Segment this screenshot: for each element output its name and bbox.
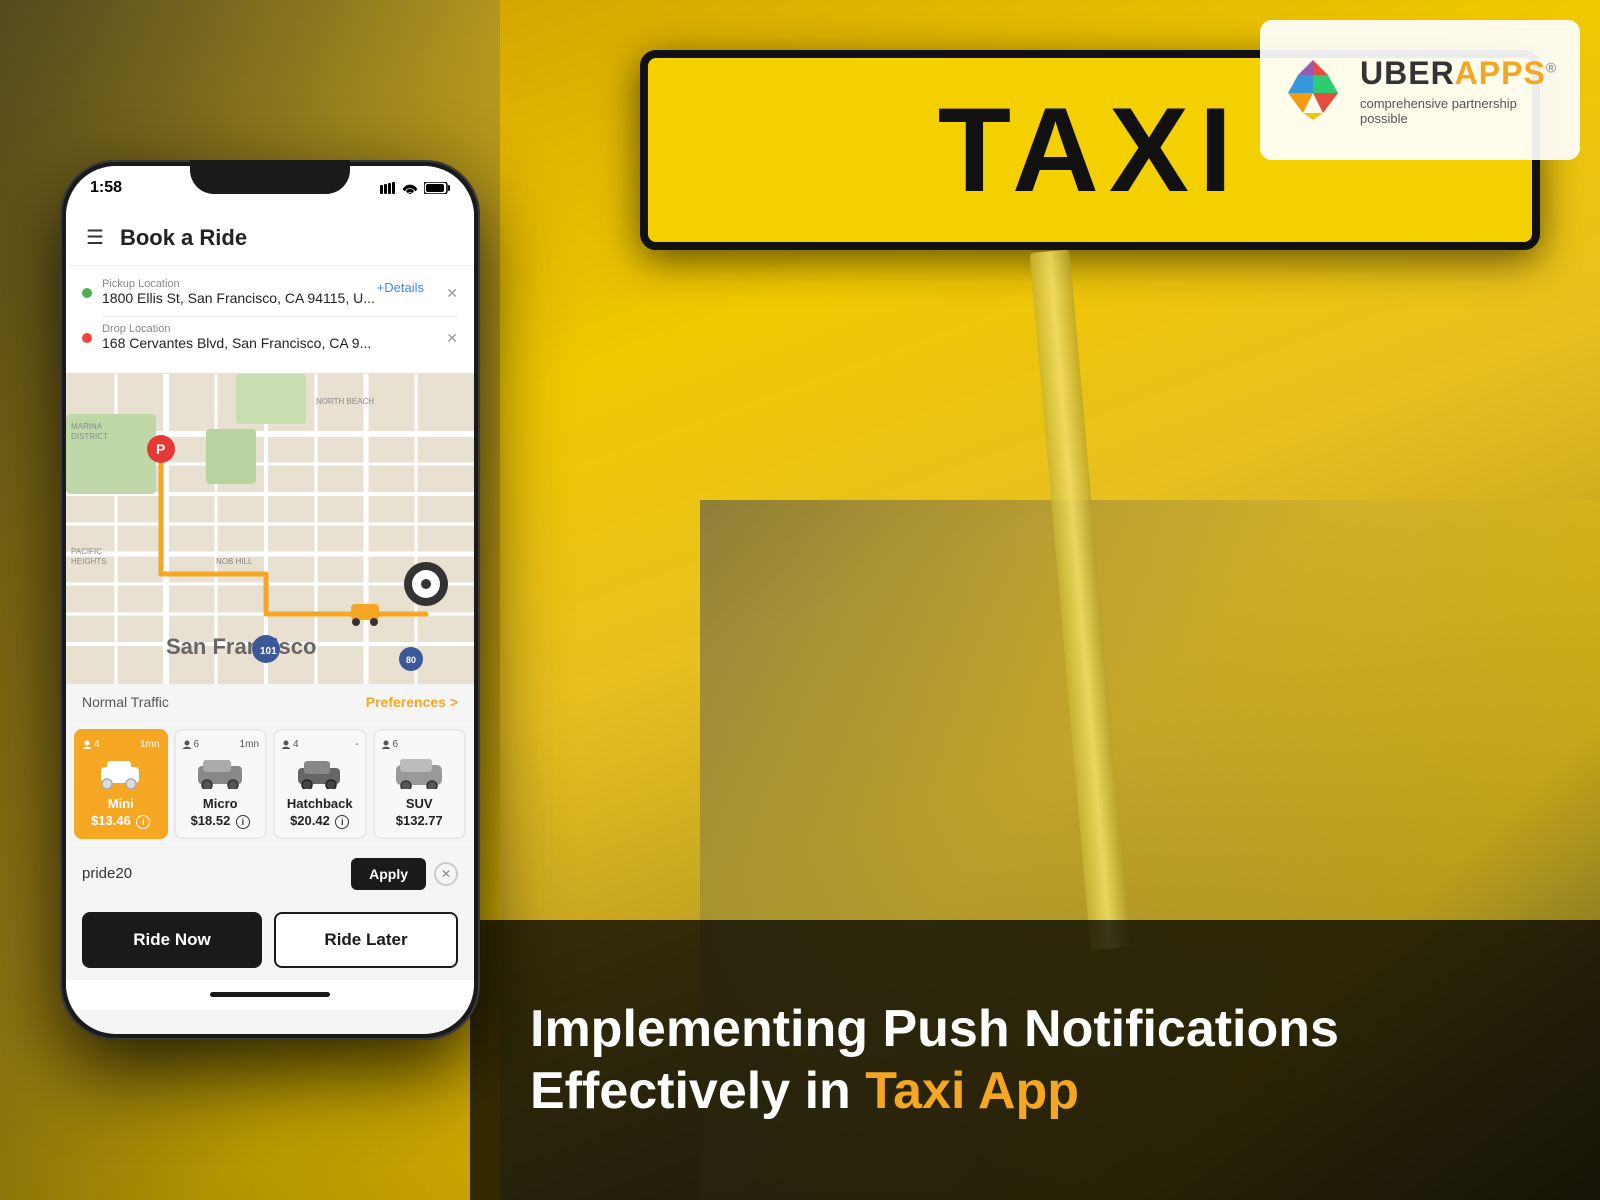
hamburger-menu[interactable]: ☰ — [86, 225, 104, 250]
logo-apps: APPS — [1455, 55, 1546, 91]
logo-uber: UBER — [1360, 55, 1455, 91]
micro-car-img — [182, 754, 260, 792]
svg-text:HEIGHTS: HEIGHTS — [71, 557, 107, 566]
mini-wait: 1mn — [140, 739, 159, 750]
svg-text:MARINA: MARINA — [71, 422, 103, 431]
status-icons — [380, 182, 450, 194]
micro-name: Micro — [182, 796, 260, 811]
hatchback-wait: - — [355, 739, 358, 750]
logo-text: UBERAPPS® comprehensive partnership poss… — [1360, 55, 1562, 126]
promo-code-input[interactable] — [82, 865, 343, 882]
dropoff-clear-button[interactable]: ✕ — [446, 330, 458, 347]
svg-text:101: 101 — [260, 646, 277, 657]
text-overlay: Implementing Push Notifications Effectiv… — [470, 920, 1600, 1200]
promo-row: Apply ✕ — [66, 847, 474, 900]
hatchback-passengers: 4 — [281, 739, 299, 750]
micro-wait: 1mn — [240, 739, 259, 750]
ride-card-hatchback[interactable]: 4 - Hatchback $20.42 i — [273, 729, 367, 839]
home-bar — [210, 992, 330, 997]
details-link[interactable]: +Details — [377, 280, 424, 295]
mini-price: $13.46 i — [82, 813, 160, 829]
home-indicator — [66, 980, 474, 1010]
uberapps-logo-icon — [1278, 55, 1348, 125]
app-header: ☰ Book a Ride — [66, 210, 474, 266]
pickup-value[interactable]: 1800 Ellis St, San Francisco, CA 94115, … — [102, 290, 375, 306]
headline-line2-highlight: Taxi App — [865, 1062, 1079, 1120]
promo-close-button[interactable]: ✕ — [434, 862, 458, 886]
svg-text:DISTRICT: DISTRICT — [71, 432, 108, 441]
svg-text:San Francisco: San Francisco — [166, 634, 316, 659]
mini-name: Mini — [82, 796, 160, 811]
dropoff-value[interactable]: 168 Cervantes Blvd, San Francisco, CA 9.… — [102, 335, 371, 351]
dropoff-label: Drop Location — [102, 323, 436, 335]
traffic-bar: Normal Traffic Preferences > — [66, 684, 474, 721]
map-svg: San Francisco P MARINA DISTRICT NORTH B — [66, 374, 474, 684]
promo-apply-button[interactable]: Apply — [351, 858, 426, 890]
ride-later-button[interactable]: Ride Later — [274, 912, 458, 968]
hatchback-car-img — [281, 754, 359, 792]
micro-passengers: 6 — [182, 739, 200, 750]
map-area[interactable]: San Francisco P MARINA DISTRICT NORTH B — [66, 374, 474, 684]
logo-area: UBERAPPS® comprehensive partnership poss… — [1260, 20, 1580, 160]
preferences-link[interactable]: Preferences > — [366, 694, 458, 710]
hatchback-price: $20.42 i — [281, 813, 359, 829]
headline-line2-normal: Effectively in — [530, 1062, 865, 1120]
phone-wrapper: 1:58 ☰ Book a Ride +Details P — [30, 0, 510, 1200]
ride-actions: Ride Now Ride Later — [66, 900, 474, 980]
status-time: 1:58 — [90, 179, 122, 197]
ride-card-mini[interactable]: 4 1mn Mini $13.46 i — [74, 729, 168, 839]
mini-car-img — [82, 754, 160, 792]
dropoff-field: Drop Location 168 Cervantes Blvd, San Fr… — [82, 323, 458, 353]
svg-text:80: 80 — [406, 655, 416, 665]
svg-text:PACIFIC: PACIFIC — [71, 547, 102, 556]
hatchback-name: Hatchback — [281, 796, 359, 811]
traffic-label: Normal Traffic — [82, 694, 169, 710]
svg-text:NOB HILL: NOB HILL — [216, 557, 253, 566]
suv-car-img — [381, 754, 459, 792]
location-fields: +Details Pickup Location 1800 Ellis St, … — [66, 266, 474, 374]
dropoff-dot — [82, 333, 92, 343]
ride-options: 4 1mn Mini $13.46 i — [66, 721, 474, 847]
ride-card-suv[interactable]: 6 SUV $132.77 — [373, 729, 467, 839]
headline-line1: Implementing Push Notifications — [530, 1000, 1339, 1058]
logo-tagline: comprehensive partnership possible — [1360, 96, 1562, 126]
pickup-dot — [82, 288, 92, 298]
phone-notch — [190, 160, 350, 194]
ride-now-button[interactable]: Ride Now — [82, 912, 262, 968]
suv-name: SUV — [381, 796, 459, 811]
logo-registered: ® — [1546, 59, 1557, 75]
suv-price: $132.77 — [381, 813, 459, 828]
pickup-clear-button[interactable]: ✕ — [446, 285, 458, 302]
svg-text:NORTH BEACH: NORTH BEACH — [316, 397, 374, 406]
main-headline: Implementing Push Notifications Effectiv… — [530, 998, 1339, 1123]
suv-passengers: 6 — [381, 739, 399, 750]
mini-passengers: 4 — [82, 739, 100, 750]
phone-device: 1:58 ☰ Book a Ride +Details P — [60, 160, 480, 1040]
phone-screen: 1:58 ☰ Book a Ride +Details P — [66, 166, 474, 1034]
svg-text:P: P — [156, 441, 165, 457]
app-title: Book a Ride — [120, 225, 454, 251]
taxi-sign-text: TAXI — [938, 81, 1242, 219]
ride-card-micro[interactable]: 6 1mn Micro $18.52 i — [174, 729, 268, 839]
micro-price: $18.52 i — [182, 813, 260, 829]
